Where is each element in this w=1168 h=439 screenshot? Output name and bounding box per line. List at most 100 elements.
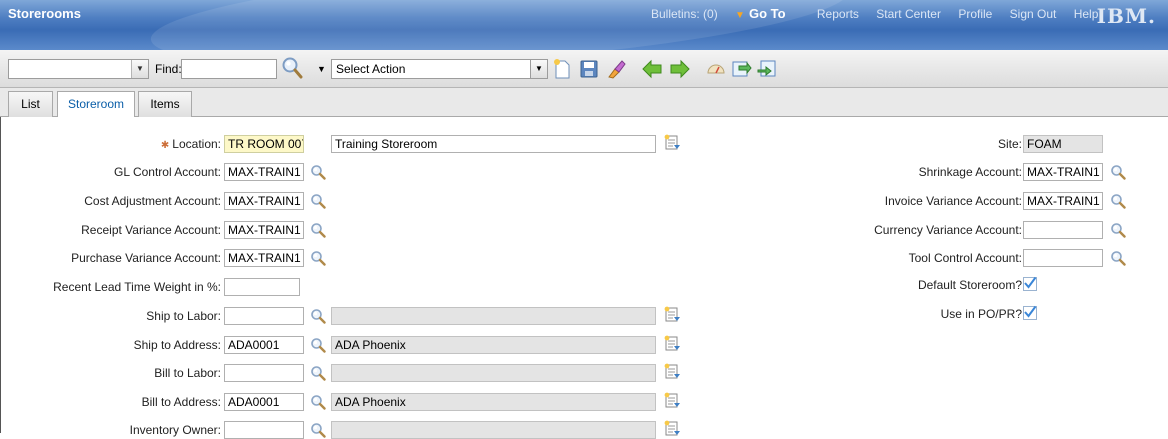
previous-record-icon[interactable] bbox=[641, 58, 663, 80]
inventory-owner-description bbox=[331, 421, 656, 439]
purchase-variance-account-field[interactable]: MAX-TRAIN1 bbox=[224, 249, 304, 267]
checkmark-icon bbox=[1023, 276, 1037, 290]
lead-time-weight-label: Recent Lead Time Weight in %: bbox=[53, 280, 221, 294]
tool-control-account-field[interactable] bbox=[1023, 249, 1103, 267]
site-field: FOAM bbox=[1023, 135, 1103, 153]
site-label: Site: bbox=[997, 137, 1022, 151]
tool-control-account-label: Tool Control Account: bbox=[908, 251, 1022, 265]
inventory-owner-field[interactable] bbox=[224, 421, 304, 439]
invoice-variance-account-label: Invoice Variance Account: bbox=[884, 194, 1022, 208]
ship-to-labor-field[interactable] bbox=[224, 307, 304, 325]
ship-to-address-description: ADA Phoenix bbox=[331, 336, 656, 354]
gl-control-account-lookup-icon[interactable] bbox=[310, 164, 326, 180]
currency-variance-account-field[interactable] bbox=[1023, 221, 1103, 239]
app-header: Storerooms Bulletins: (0) ▼ Go To Reports… bbox=[0, 0, 1168, 50]
location-field[interactable]: TR ROOM 007 bbox=[224, 135, 304, 153]
bill-to-address-label: Bill to Address: bbox=[141, 395, 221, 409]
cost-adjustment-account-label: Cost Adjustment Account: bbox=[84, 194, 221, 208]
ship-to-address-lookup-icon[interactable] bbox=[310, 337, 326, 353]
gl-control-account-field[interactable]: MAX-TRAIN1 bbox=[224, 163, 304, 181]
help-link[interactable]: Help bbox=[1074, 7, 1099, 21]
use-in-popr-label: Use in PO/PR? bbox=[940, 307, 1022, 321]
default-storeroom-checkbox[interactable] bbox=[1023, 277, 1037, 291]
currency-variance-account-lookup-icon[interactable] bbox=[1110, 222, 1126, 238]
select-action-dropdown[interactable]: Select Action ▼ bbox=[331, 59, 548, 79]
ship-to-labor-detail-menu-icon[interactable] bbox=[663, 306, 681, 324]
ship-to-labor-lookup-icon[interactable] bbox=[310, 308, 326, 324]
bill-to-address-detail-menu-icon[interactable] bbox=[663, 392, 681, 410]
tab-bar: List Storeroom Items bbox=[0, 88, 1168, 118]
save-icon[interactable] bbox=[578, 58, 600, 80]
default-storeroom-label: Default Storeroom? bbox=[917, 278, 1022, 292]
inventory-owner-lookup-icon[interactable] bbox=[310, 422, 326, 438]
inventory-owner-label: Inventory Owner: bbox=[129, 423, 221, 437]
find-label: Find: bbox=[155, 62, 182, 76]
ship-to-address-detail-menu-icon[interactable] bbox=[663, 335, 681, 353]
location-description-field[interactable]: Training Storeroom bbox=[331, 135, 656, 153]
tab-storeroom[interactable]: Storeroom bbox=[57, 91, 135, 118]
goto-menu[interactable]: ▼ Go To bbox=[735, 6, 800, 21]
clear-changes-icon[interactable] bbox=[605, 58, 627, 80]
view-history-icon[interactable] bbox=[756, 58, 778, 80]
purchase-variance-account-label: Purchase Variance Account: bbox=[71, 251, 221, 265]
storeroom-form: ✱ Location: TR ROOM 007 Training Storeroo… bbox=[0, 117, 1168, 439]
new-record-icon[interactable] bbox=[551, 58, 573, 80]
purchase-variance-account-lookup-icon[interactable] bbox=[310, 250, 326, 266]
shrinkage-account-lookup-icon[interactable] bbox=[1110, 164, 1126, 180]
reports-link[interactable]: Reports bbox=[817, 7, 859, 21]
receipt-variance-account-field[interactable]: MAX-TRAIN1 bbox=[224, 221, 304, 239]
location-label-text: Location: bbox=[172, 137, 221, 151]
bill-to-labor-detail-menu-icon[interactable] bbox=[663, 363, 681, 381]
shrinkage-account-field[interactable]: MAX-TRAIN1 bbox=[1023, 163, 1103, 181]
search-icon[interactable] bbox=[281, 56, 303, 80]
receipt-variance-account-label: Receipt Variance Account: bbox=[81, 223, 221, 237]
lead-time-weight-field[interactable] bbox=[224, 278, 300, 296]
bill-to-labor-field[interactable] bbox=[224, 364, 304, 382]
duplicate-icon[interactable] bbox=[730, 58, 752, 80]
tab-items[interactable]: Items bbox=[138, 91, 192, 117]
location-detail-menu-icon[interactable] bbox=[663, 134, 681, 152]
find-input[interactable] bbox=[181, 59, 277, 79]
app-title: Storerooms bbox=[8, 6, 81, 21]
invoice-variance-account-field[interactable]: MAX-TRAIN1 bbox=[1023, 192, 1103, 210]
tool-control-account-lookup-icon[interactable] bbox=[1110, 250, 1126, 266]
bill-to-labor-lookup-icon[interactable] bbox=[310, 365, 326, 381]
sign-out-link[interactable]: Sign Out bbox=[1010, 7, 1057, 21]
search-options-icon[interactable]: ▼ bbox=[317, 64, 326, 74]
bill-to-labor-description bbox=[331, 364, 656, 382]
profile-link[interactable]: Profile bbox=[958, 7, 992, 21]
next-record-icon[interactable] bbox=[669, 58, 691, 80]
bulletins-link[interactable]: Bulletins: (0) bbox=[651, 7, 718, 21]
header-links: Bulletins: (0) ▼ Go To Reports Start Cent… bbox=[651, 6, 1112, 21]
cost-adjustment-account-lookup-icon[interactable] bbox=[310, 193, 326, 209]
receipt-variance-account-lookup-icon[interactable] bbox=[310, 222, 326, 238]
required-icon: ✱ bbox=[160, 140, 170, 151]
bill-to-address-field[interactable]: ADA0001 bbox=[224, 393, 304, 411]
gl-control-account-label: GL Control Account: bbox=[114, 165, 221, 179]
ship-to-labor-description bbox=[331, 307, 656, 325]
cost-adjustment-account-field[interactable]: MAX-TRAIN1 bbox=[224, 192, 304, 210]
select-action-chevron-icon[interactable]: ▼ bbox=[530, 59, 548, 79]
location-label: ✱ Location: bbox=[161, 137, 221, 151]
start-center-link[interactable]: Start Center bbox=[876, 7, 941, 21]
invoice-variance-account-lookup-icon[interactable] bbox=[1110, 193, 1126, 209]
bill-to-address-lookup-icon[interactable] bbox=[310, 394, 326, 410]
ship-to-address-label: Ship to Address: bbox=[133, 338, 221, 352]
shrinkage-account-label: Shrinkage Account: bbox=[918, 165, 1022, 179]
route-workflow-icon[interactable] bbox=[705, 58, 727, 80]
goto-label: Go To bbox=[748, 6, 786, 21]
query-select[interactable]: ▼ bbox=[8, 59, 149, 79]
use-in-popr-checkbox[interactable] bbox=[1023, 306, 1037, 320]
goto-chevron-icon: ▼ bbox=[735, 10, 745, 21]
ibm-logo: IBM. bbox=[1096, 4, 1156, 28]
ship-to-address-field[interactable]: ADA0001 bbox=[224, 336, 304, 354]
ship-to-labor-label: Ship to Labor: bbox=[146, 309, 221, 323]
query-dropdown-icon[interactable]: ▼ bbox=[131, 60, 148, 78]
select-action-label: Select Action bbox=[336, 62, 406, 76]
bill-to-labor-label: Bill to Labor: bbox=[154, 366, 221, 380]
tab-list[interactable]: List bbox=[8, 91, 53, 117]
bill-to-address-description: ADA Phoenix bbox=[331, 393, 656, 411]
inventory-owner-detail-menu-icon[interactable] bbox=[663, 420, 681, 438]
currency-variance-account-label: Currency Variance Account: bbox=[874, 223, 1022, 237]
checkmark-icon bbox=[1023, 305, 1037, 319]
